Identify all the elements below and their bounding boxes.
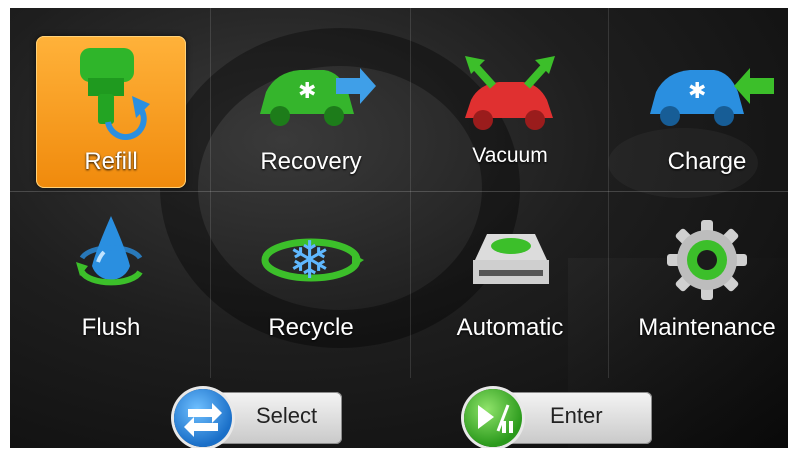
tile-label: Vacuum [472,144,548,167]
charge-car-icon: ✱ [632,42,782,142]
tile-maintenance[interactable]: Maintenance [632,204,782,356]
select-button-label: Select [256,403,318,428]
grid-divider-vertical [410,8,411,378]
recycle-snowflake-icon: ❄ [236,210,386,310]
tile-refill[interactable]: Refill [36,36,186,188]
enter-button-label: Enter [550,403,603,428]
tile-vacuum[interactable]: Vacuum [435,36,585,188]
tile-charge[interactable]: ✱ Charge [632,36,782,188]
tile-recovery[interactable]: ✱ Recovery [236,36,386,188]
tile-label: Recycle [268,314,354,341]
tile-label: Flush [81,314,141,341]
svg-text:✱: ✱ [688,79,706,104]
tile-label: Refill [84,148,138,175]
recovery-car-icon: ✱ [236,42,386,142]
svg-text:❄: ❄ [288,231,332,291]
automatic-device-icon [435,210,585,310]
refill-icon [36,42,186,142]
main-menu-screen: Refill ✱ Recovery Vacuum ✱ Charge Flush … [10,8,788,448]
select-button[interactable]: Select [174,389,342,447]
tile-label: Recovery [260,148,362,175]
grid-divider-horizontal [10,191,788,192]
maintenance-gear-icon [632,210,782,310]
tile-recycle[interactable]: ❄ Recycle [236,204,386,356]
play-pause-icon [464,389,522,447]
tile-flush[interactable]: Flush [36,204,186,356]
vacuum-car-icon [435,42,585,142]
flush-drop-icon [36,210,186,310]
swap-arrows-icon [174,389,232,447]
enter-button[interactable]: Enter [464,389,652,447]
tile-automatic[interactable]: Automatic [435,204,585,356]
tile-label: Maintenance [638,314,776,341]
svg-text:✱: ✱ [298,79,316,104]
grid-divider-vertical [210,8,211,378]
tile-label: Automatic [456,314,564,341]
tile-label: Charge [667,148,747,175]
grid-divider-vertical [608,8,609,378]
